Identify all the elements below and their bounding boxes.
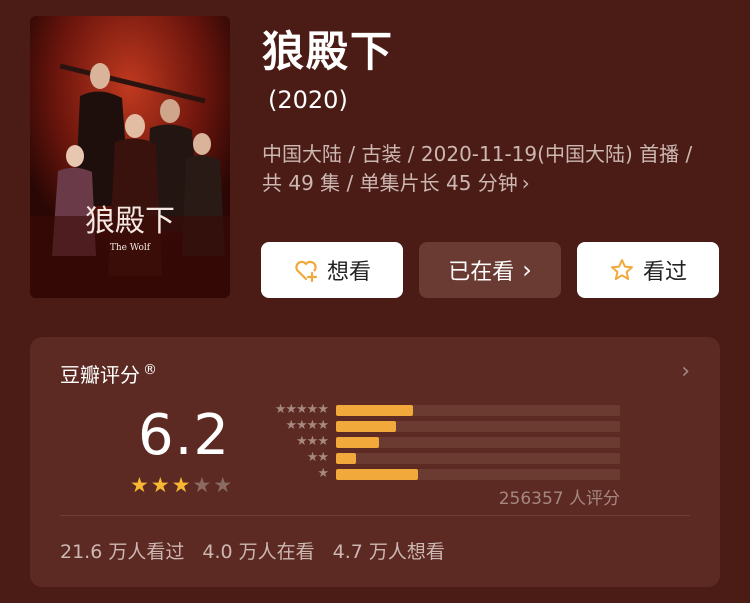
distribution-bar-fill	[336, 405, 413, 416]
distribution-row: ★★★	[256, 435, 626, 449]
distribution-bar-fill	[336, 437, 379, 448]
rating-header-text: 豆瓣评分	[60, 363, 140, 387]
rating-score: 6.2	[138, 403, 231, 468]
watched-button[interactable]: 看过	[577, 242, 719, 298]
star-filled-icon: ★	[130, 473, 149, 497]
want-to-watch-button[interactable]: 想看	[261, 242, 403, 298]
rating-card-title: 豆瓣评分 ®	[60, 359, 157, 388]
star-empty-icon: ★	[213, 473, 233, 497]
distribution-stars-label: ★★★	[296, 434, 329, 449]
poster-art: 狼殿下 The Wolf	[30, 16, 230, 298]
want-to-watch-label: 想看	[326, 260, 371, 285]
poster-title: 狼殿下	[85, 204, 175, 239]
watched-count: 21.6 万人看过	[60, 541, 185, 563]
poster-subtitle: The Wolf	[110, 243, 151, 253]
rating-card[interactable]: 豆瓣评分 ® › 6.2 ★ ★ ★ ★ ★ ★★★★★ ★★★★ ★★★ ★★ ★ 256357…	[30, 337, 720, 587]
distribution-bar-fill	[336, 469, 418, 480]
chevron-right-icon: ›	[522, 256, 532, 284]
distribution-bar-track	[336, 437, 620, 448]
watching-label: 已在看	[448, 260, 515, 285]
distribution-bar-fill	[336, 421, 396, 432]
page-title: 狼殿下	[262, 27, 395, 76]
distribution-bar-track	[336, 469, 620, 480]
heart-plus-icon	[293, 257, 319, 283]
distribution-stars-label: ★★	[306, 450, 329, 465]
star-filled-icon: ★	[150, 473, 170, 497]
distribution-row: ★	[256, 467, 626, 481]
audience-stats: 21.6 万人看过 4.0 万人在看 4.7 万人想看	[60, 537, 445, 564]
watching-button[interactable]: 已在看 ›	[419, 242, 561, 298]
want-count: 4.7 万人想看	[332, 541, 445, 563]
distribution-row: ★★	[256, 451, 626, 465]
divider	[60, 515, 690, 516]
star-outline-icon	[609, 257, 635, 283]
distribution-bar-fill	[336, 453, 356, 464]
release-year: (2020)	[268, 86, 348, 114]
movie-detail-page: 狼殿下 The Wolf 狼殿下 (2020) 中国大陆 / 古装 / 2020…	[0, 0, 750, 603]
watching-count: 4.0 万人在看	[202, 541, 315, 563]
poster-image[interactable]: 狼殿下 The Wolf	[30, 16, 230, 298]
star-filled-icon: ★	[171, 473, 191, 497]
distribution-stars-label: ★★★★★	[274, 402, 329, 417]
distribution-stars-label: ★★★★	[285, 418, 329, 433]
registered-mark: ®	[143, 362, 157, 379]
distribution-bar-track	[336, 405, 620, 416]
movie-meta-text: 中国大陆 / 古装 / 2020-11-19(中国大陆) 首播 / 共 49 集…	[262, 142, 693, 195]
rating-stars: ★ ★ ★ ★ ★	[130, 475, 232, 496]
star-empty-icon: ★	[192, 473, 212, 497]
distribution-row: ★★★★	[256, 419, 626, 433]
movie-meta[interactable]: 中国大陆 / 古装 / 2020-11-19(中国大陆) 首播 / 共 49 集…	[262, 140, 702, 198]
chevron-right-icon: ›	[521, 171, 530, 195]
distribution-stars-label: ★	[317, 466, 329, 481]
watched-label: 看过	[642, 260, 687, 285]
vote-count: 256357 人评分	[498, 489, 620, 509]
distribution-bar-track	[336, 421, 620, 432]
distribution-bar-track	[336, 453, 620, 464]
chevron-right-icon[interactable]: ›	[681, 359, 690, 384]
distribution-row: ★★★★★	[256, 403, 626, 417]
